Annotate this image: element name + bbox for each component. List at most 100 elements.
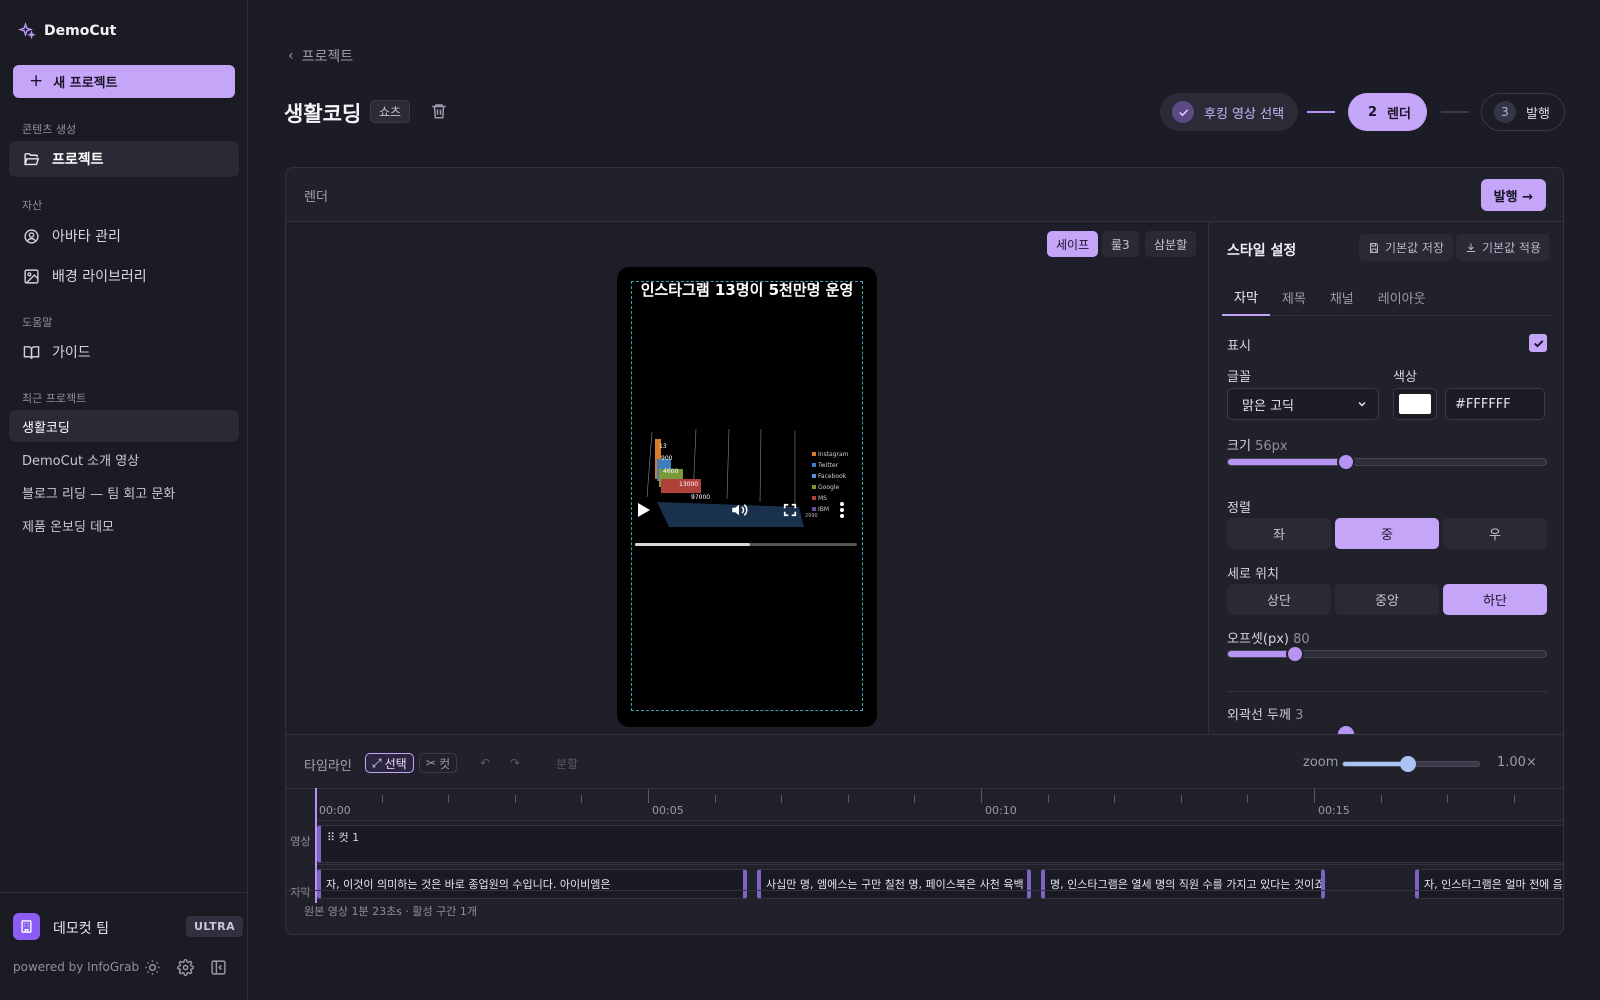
vpos-bottom-option[interactable]: 하단 <box>1443 584 1547 615</box>
vpos-middle-option[interactable]: 중앙 <box>1335 584 1439 615</box>
size-slider[interactable] <box>1227 453 1547 471</box>
color-hex-input[interactable]: #FFFFFF <box>1445 388 1545 420</box>
scissors-icon: ✂ <box>426 756 437 770</box>
recent-project-item[interactable]: 제품 온보딩 데모 <box>9 509 239 541</box>
select-tool-label: 선택 <box>384 756 407 771</box>
cut-tool-button[interactable]: ✂ 컷 <box>419 753 458 773</box>
show-label: 표시 <box>1227 339 1251 354</box>
brand[interactable]: DemoCut <box>18 22 116 40</box>
download-icon <box>1467 243 1475 252</box>
team-name[interactable]: 데모컷 팀 <box>53 918 109 938</box>
align-left-option[interactable]: 좌 <box>1227 518 1331 549</box>
divider <box>1227 691 1547 692</box>
ruler-minor-tick <box>914 795 915 803</box>
tab-subtitle[interactable]: 자막 <box>1222 278 1270 316</box>
redo-button[interactable]: ↷ <box>504 753 526 773</box>
time-ruler[interactable]: 00:00 00:05 00:10 00:15 <box>315 789 1563 821</box>
ruler-minor-tick <box>382 795 383 803</box>
timeline-toolbar: 타임라인 ⤢ 선택 ✂ 컷 ↶ ↷ 분할 zoom 1.00× <box>286 734 1563 789</box>
zoom-slider[interactable] <box>1342 756 1480 772</box>
ruler-minor-tick <box>1048 795 1049 803</box>
align-center-option[interactable]: 중 <box>1335 518 1439 549</box>
tab-layout[interactable]: 레이아웃 <box>1366 278 1438 316</box>
sidebar-item-label: 가이드 <box>52 345 91 361</box>
save-default-label: 기본값 저장 <box>1385 241 1445 255</box>
size-value: 56px <box>1255 439 1288 454</box>
ruler-minor-tick <box>1114 795 1115 803</box>
section-label-assets: 자산 <box>22 199 43 212</box>
undo-button[interactable]: ↶ <box>474 753 496 773</box>
playhead[interactable] <box>315 788 317 903</box>
apply-default-button[interactable]: 기본값 적용 <box>1456 234 1551 261</box>
sidebar-item-backgrounds[interactable]: 배경 라이브러리 <box>9 258 239 294</box>
tab-title[interactable]: 제목 <box>1270 278 1318 316</box>
guide-rule3-toggle[interactable]: 룰3 <box>1102 231 1139 257</box>
sidebar-item-projects[interactable]: 프로젝트 <box>9 141 239 177</box>
sun-icon[interactable] <box>144 959 161 976</box>
recent-project-item[interactable]: 생활코딩 <box>9 410 239 442</box>
sparkle-icon <box>18 22 36 40</box>
ruler-minor-tick <box>848 795 849 803</box>
style-panel-title: 스타일 설정 <box>1227 243 1297 259</box>
align-right-option[interactable]: 우 <box>1443 518 1547 549</box>
outline-label-text: 외곽선 두께 <box>1227 708 1291 723</box>
track-label-video: 영상 <box>290 835 311 848</box>
section-label-recent: 최근 프로젝트 <box>22 392 87 405</box>
ruler-minor-tick <box>1181 795 1182 803</box>
page-title: 생활코딩 <box>284 102 362 126</box>
recent-project-item[interactable]: 블로그 리딩 — 팀 회고 문화 <box>9 476 239 508</box>
style-tabs: 자막 제목 채널 레이아웃 <box>1222 278 1553 316</box>
step-publish[interactable]: 3 발행 <box>1481 93 1565 131</box>
show-checkbox[interactable] <box>1529 334 1547 352</box>
breadcrumb[interactable]: ‹ 프로젝트 <box>288 46 353 66</box>
gear-icon[interactable] <box>177 959 194 976</box>
font-select[interactable]: 맑은 고딕 <box>1227 388 1379 420</box>
save-default-button[interactable]: 기본값 저장 <box>1359 234 1454 261</box>
split-button[interactable]: 분할 <box>550 753 584 773</box>
outline-slider-knob[interactable] <box>1338 726 1354 734</box>
size-slider-knob[interactable] <box>1336 453 1355 471</box>
select-tool-button[interactable]: ⤢ 선택 <box>365 753 414 773</box>
trash-icon[interactable] <box>430 102 448 120</box>
step-connector <box>1307 111 1335 113</box>
panel-label: 렌더 <box>304 190 328 205</box>
ruler-major-tick <box>1314 789 1315 803</box>
step-label: 렌더 <box>1387 106 1411 122</box>
ruler-minor-tick <box>515 795 516 803</box>
zoom-slider-fill <box>1343 762 1409 766</box>
breadcrumb-projects: 프로젝트 <box>301 49 354 65</box>
ruler-minor-tick <box>448 795 449 803</box>
collapse-sidebar-icon[interactable] <box>210 959 227 976</box>
zoom-value: 1.00× <box>1497 755 1537 770</box>
zoom-slider-knob[interactable] <box>1400 756 1417 772</box>
guide-safe-toggle[interactable]: 세이프 <box>1047 231 1099 257</box>
video-preview[interactable]: 인스타그램 13명이 5천만명 운영 13 900 4600 13000 970… <box>617 267 877 727</box>
ruler-minor-tick <box>1247 795 1248 803</box>
tab-channel[interactable]: 채널 <box>1318 278 1366 316</box>
building-icon <box>21 920 32 933</box>
user-circle-icon <box>24 228 39 244</box>
video-clip[interactable]: ⠿ 컷 1 <box>317 825 1563 863</box>
publish-button[interactable]: 발행 → <box>1480 179 1546 211</box>
size-label-text: 크기 <box>1227 439 1251 454</box>
step-hook-select[interactable]: 후킹 영상 선택 <box>1160 93 1299 131</box>
render-panel: 렌더 발행 → 세이프 룰3 삼분할 인스타그램 13명이 5천만명 운영 13… <box>285 167 1564 935</box>
step-render[interactable]: 2 렌더 <box>1348 93 1427 131</box>
color-swatch-fill <box>1399 394 1431 414</box>
sidebar-item-guide[interactable]: 가이드 <box>9 334 239 370</box>
vpos-top-option[interactable]: 상단 <box>1227 584 1331 615</box>
offset-slider-knob[interactable] <box>1285 645 1304 663</box>
align-label: 정렬 <box>1227 501 1251 516</box>
sidebar-item-avatars[interactable]: 아바타 관리 <box>9 218 239 254</box>
plan-badge: ULTRA <box>186 916 244 937</box>
timeline-status: 원본 영상 1분 23초s · 활성 구간 1개 <box>304 905 478 918</box>
guide-thirds-toggle[interactable]: 삼분할 <box>1145 231 1197 257</box>
sidebar-footer: 데모컷 팀 ULTRA powered by InfoGrab <box>0 892 248 1000</box>
new-project-button[interactable]: + 새 프로젝트 <box>13 65 235 98</box>
offset-slider[interactable] <box>1227 645 1547 663</box>
safe-area-guide <box>631 281 863 711</box>
ruler-minor-tick <box>781 795 782 803</box>
recent-project-item[interactable]: DemoCut 소개 영상 <box>9 443 239 475</box>
check-icon <box>1533 339 1544 348</box>
color-swatch[interactable] <box>1393 388 1437 420</box>
